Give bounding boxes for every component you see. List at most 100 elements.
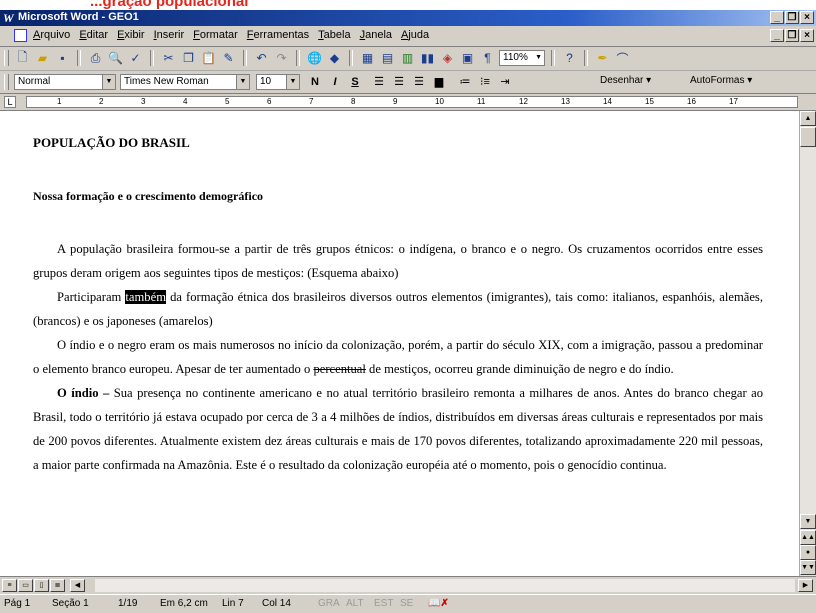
vertical-scrollbar[interactable]: ▲ ▼ ▲▲ ● ▼▼ bbox=[799, 111, 816, 577]
scroll-right-button[interactable]: ▶ bbox=[798, 579, 813, 592]
toolbar-separator bbox=[150, 50, 154, 66]
menu-ferramentas[interactable]: Ferramentas bbox=[247, 29, 309, 41]
redo-icon[interactable]: ↷ bbox=[273, 50, 290, 66]
font-size-select[interactable]: 10 ▼ bbox=[256, 74, 300, 90]
toolbar-grip[interactable] bbox=[4, 50, 9, 66]
underline-button[interactable]: S bbox=[346, 74, 364, 90]
normal-view-button[interactable]: ≡ bbox=[2, 579, 17, 592]
italic-button[interactable]: I bbox=[326, 74, 344, 90]
tab-selector-icon[interactable]: L bbox=[4, 96, 16, 108]
print-icon[interactable]: ⎙ bbox=[87, 50, 104, 66]
document-page[interactable]: POPULAÇÃO DO BRASIL Nossa formação e o c… bbox=[0, 111, 800, 574]
autoshapes-menu-button[interactable]: AutoFormas ▾ bbox=[690, 75, 752, 86]
bold-button[interactable]: N bbox=[306, 74, 324, 90]
indent-icon[interactable]: ⇥ bbox=[496, 74, 514, 90]
document-subtitle: Nossa formação e o crescimento demográfi… bbox=[33, 189, 264, 203]
previous-page-button[interactable]: ▲▲ bbox=[800, 530, 816, 545]
word-app-icon[interactable]: W bbox=[3, 11, 16, 25]
toolbar-separator bbox=[77, 50, 81, 66]
ruler-number: 3 bbox=[141, 97, 146, 106]
drawing-icon[interactable]: ◈ bbox=[439, 50, 456, 66]
status-overtype[interactable]: SE bbox=[400, 598, 413, 609]
scroll-thumb[interactable] bbox=[800, 127, 816, 147]
browse-object-button[interactable]: ● bbox=[800, 545, 816, 560]
web-view-button[interactable]: ▭ bbox=[18, 579, 33, 592]
menu-formatar[interactable]: Formatar bbox=[193, 29, 238, 41]
outline-view-button[interactable]: ≣ bbox=[50, 579, 65, 592]
restore-button[interactable]: ❐ bbox=[785, 11, 799, 24]
close-button[interactable]: × bbox=[800, 11, 814, 24]
menu-inserir[interactable]: Inserir bbox=[154, 29, 185, 41]
status-extend[interactable]: EST bbox=[374, 598, 393, 609]
ruler-strip[interactable]: 1 2 3 4 5 6 7 8 9 10 11 12 13 14 15 16 17 bbox=[26, 96, 798, 108]
menu-editar[interactable]: Editar bbox=[79, 29, 108, 41]
struck-text: percentual bbox=[313, 362, 366, 376]
show-hide-icon[interactable]: ¶ bbox=[479, 50, 496, 66]
scroll-left-button[interactable]: ◀ bbox=[70, 579, 85, 592]
document-map-icon[interactable]: ▣ bbox=[459, 50, 476, 66]
paste-icon[interactable]: 📋 bbox=[200, 50, 217, 66]
align-center-icon[interactable]: ☰ bbox=[390, 74, 408, 90]
ruler-number: 9 bbox=[393, 97, 398, 106]
minimize-button[interactable]: _ bbox=[770, 11, 784, 24]
toolbar-separator bbox=[349, 50, 353, 66]
standard-toolbar: 🗋 ▰ ▪ ⎙ 🔍 ✓ ✂ ❐ 📋 ✎ ↶ ↷ 🌐 ◆ ▦ ▤ ▥ ▮▮ ◈ ▣… bbox=[0, 47, 816, 71]
scroll-down-button[interactable]: ▼ bbox=[800, 514, 816, 529]
print-preview-icon[interactable]: 🔍 bbox=[107, 50, 124, 66]
doc-restore-button[interactable]: ❐ bbox=[785, 29, 799, 42]
menu-bar: Arquivo Editar Exibir Inserir Formatar F… bbox=[0, 26, 816, 47]
menu-arquivo[interactable]: Arquivo bbox=[33, 29, 70, 41]
horizontal-scrollbar[interactable]: ≡ ▭ ▯ ≣ ◀ ▶ bbox=[0, 576, 816, 594]
menu-exibir[interactable]: Exibir bbox=[117, 29, 145, 41]
draw-menu-button[interactable]: Desenhar ▾ bbox=[600, 75, 651, 86]
font-select[interactable]: Times New Roman ▼ bbox=[120, 74, 250, 90]
excel-icon[interactable]: ▥ bbox=[399, 50, 416, 66]
ruler-number: 13 bbox=[561, 97, 570, 106]
scroll-up-button[interactable]: ▲ bbox=[800, 111, 816, 126]
lasso-icon[interactable]: ⌒ bbox=[614, 50, 631, 66]
highlight-pen-icon[interactable]: ✒ bbox=[594, 50, 611, 66]
title-bar: W Microsoft Word - GEO1 _ ❐ × bbox=[0, 10, 816, 26]
status-bar: Pág 1 Seção 1 1/19 Em 6,2 cm Lin 7 Col 1… bbox=[0, 594, 816, 613]
horizontal-ruler[interactable]: L 1 2 3 4 5 6 7 8 9 10 11 12 13 14 15 16 17 bbox=[0, 94, 816, 111]
style-select[interactable]: Normal ▼ bbox=[14, 74, 116, 90]
office-assistant-icon[interactable]: ? bbox=[561, 50, 578, 66]
print-layout-button[interactable]: ▯ bbox=[34, 579, 49, 592]
menu-ajuda[interactable]: Ajuda bbox=[401, 29, 429, 41]
save-icon[interactable]: ▪ bbox=[54, 50, 71, 66]
numbering-icon[interactable]: ≔ bbox=[456, 74, 474, 90]
toolbar-separator bbox=[243, 50, 247, 66]
next-page-button[interactable]: ▼▼ bbox=[800, 560, 816, 575]
new-icon[interactable]: 🗋 bbox=[14, 50, 31, 66]
open-icon[interactable]: ▰ bbox=[34, 50, 51, 66]
menu-janela[interactable]: Janela bbox=[360, 29, 392, 41]
bullets-icon[interactable]: ⁝≡ bbox=[476, 74, 494, 90]
justify-icon[interactable]: ▆ bbox=[430, 74, 448, 90]
toolbar-separator bbox=[584, 50, 588, 66]
selected-text[interactable]: também bbox=[125, 290, 166, 304]
ruler-number: 6 bbox=[267, 97, 272, 106]
status-record-macro[interactable]: GRA bbox=[318, 598, 340, 609]
align-right-icon[interactable]: ☰ bbox=[410, 74, 428, 90]
columns-icon[interactable]: ▮▮ bbox=[419, 50, 436, 66]
tables-icon[interactable]: ▦ bbox=[359, 50, 376, 66]
status-track-changes[interactable]: ALT bbox=[346, 598, 364, 609]
align-left-icon[interactable]: ☰ bbox=[370, 74, 388, 90]
doc-close-button[interactable]: × bbox=[800, 29, 814, 42]
paragraph-1: A população brasileira formou-se a parti… bbox=[33, 242, 763, 280]
doc-minimize-button[interactable]: _ bbox=[770, 29, 784, 42]
insert-table-icon[interactable]: ▤ bbox=[379, 50, 396, 66]
spelling-icon[interactable]: ✓ bbox=[127, 50, 144, 66]
horizontal-scroll-track[interactable] bbox=[95, 579, 795, 592]
format-painter-icon[interactable]: ✎ bbox=[220, 50, 237, 66]
document-icon[interactable] bbox=[14, 29, 27, 42]
toolbar-grip[interactable] bbox=[4, 74, 9, 90]
undo-icon[interactable]: ↶ bbox=[253, 50, 270, 66]
cut-icon[interactable]: ✂ bbox=[160, 50, 177, 66]
hyperlink-icon[interactable]: 🌐 bbox=[306, 50, 323, 66]
web-toolbar-icon[interactable]: ◆ bbox=[326, 50, 343, 66]
menu-tabela[interactable]: Tabela bbox=[318, 29, 350, 41]
copy-icon[interactable]: ❐ bbox=[180, 50, 197, 66]
zoom-select[interactable]: 110% ▼ bbox=[499, 50, 545, 66]
spelling-status-icon[interactable]: 📖✗ bbox=[428, 598, 449, 609]
